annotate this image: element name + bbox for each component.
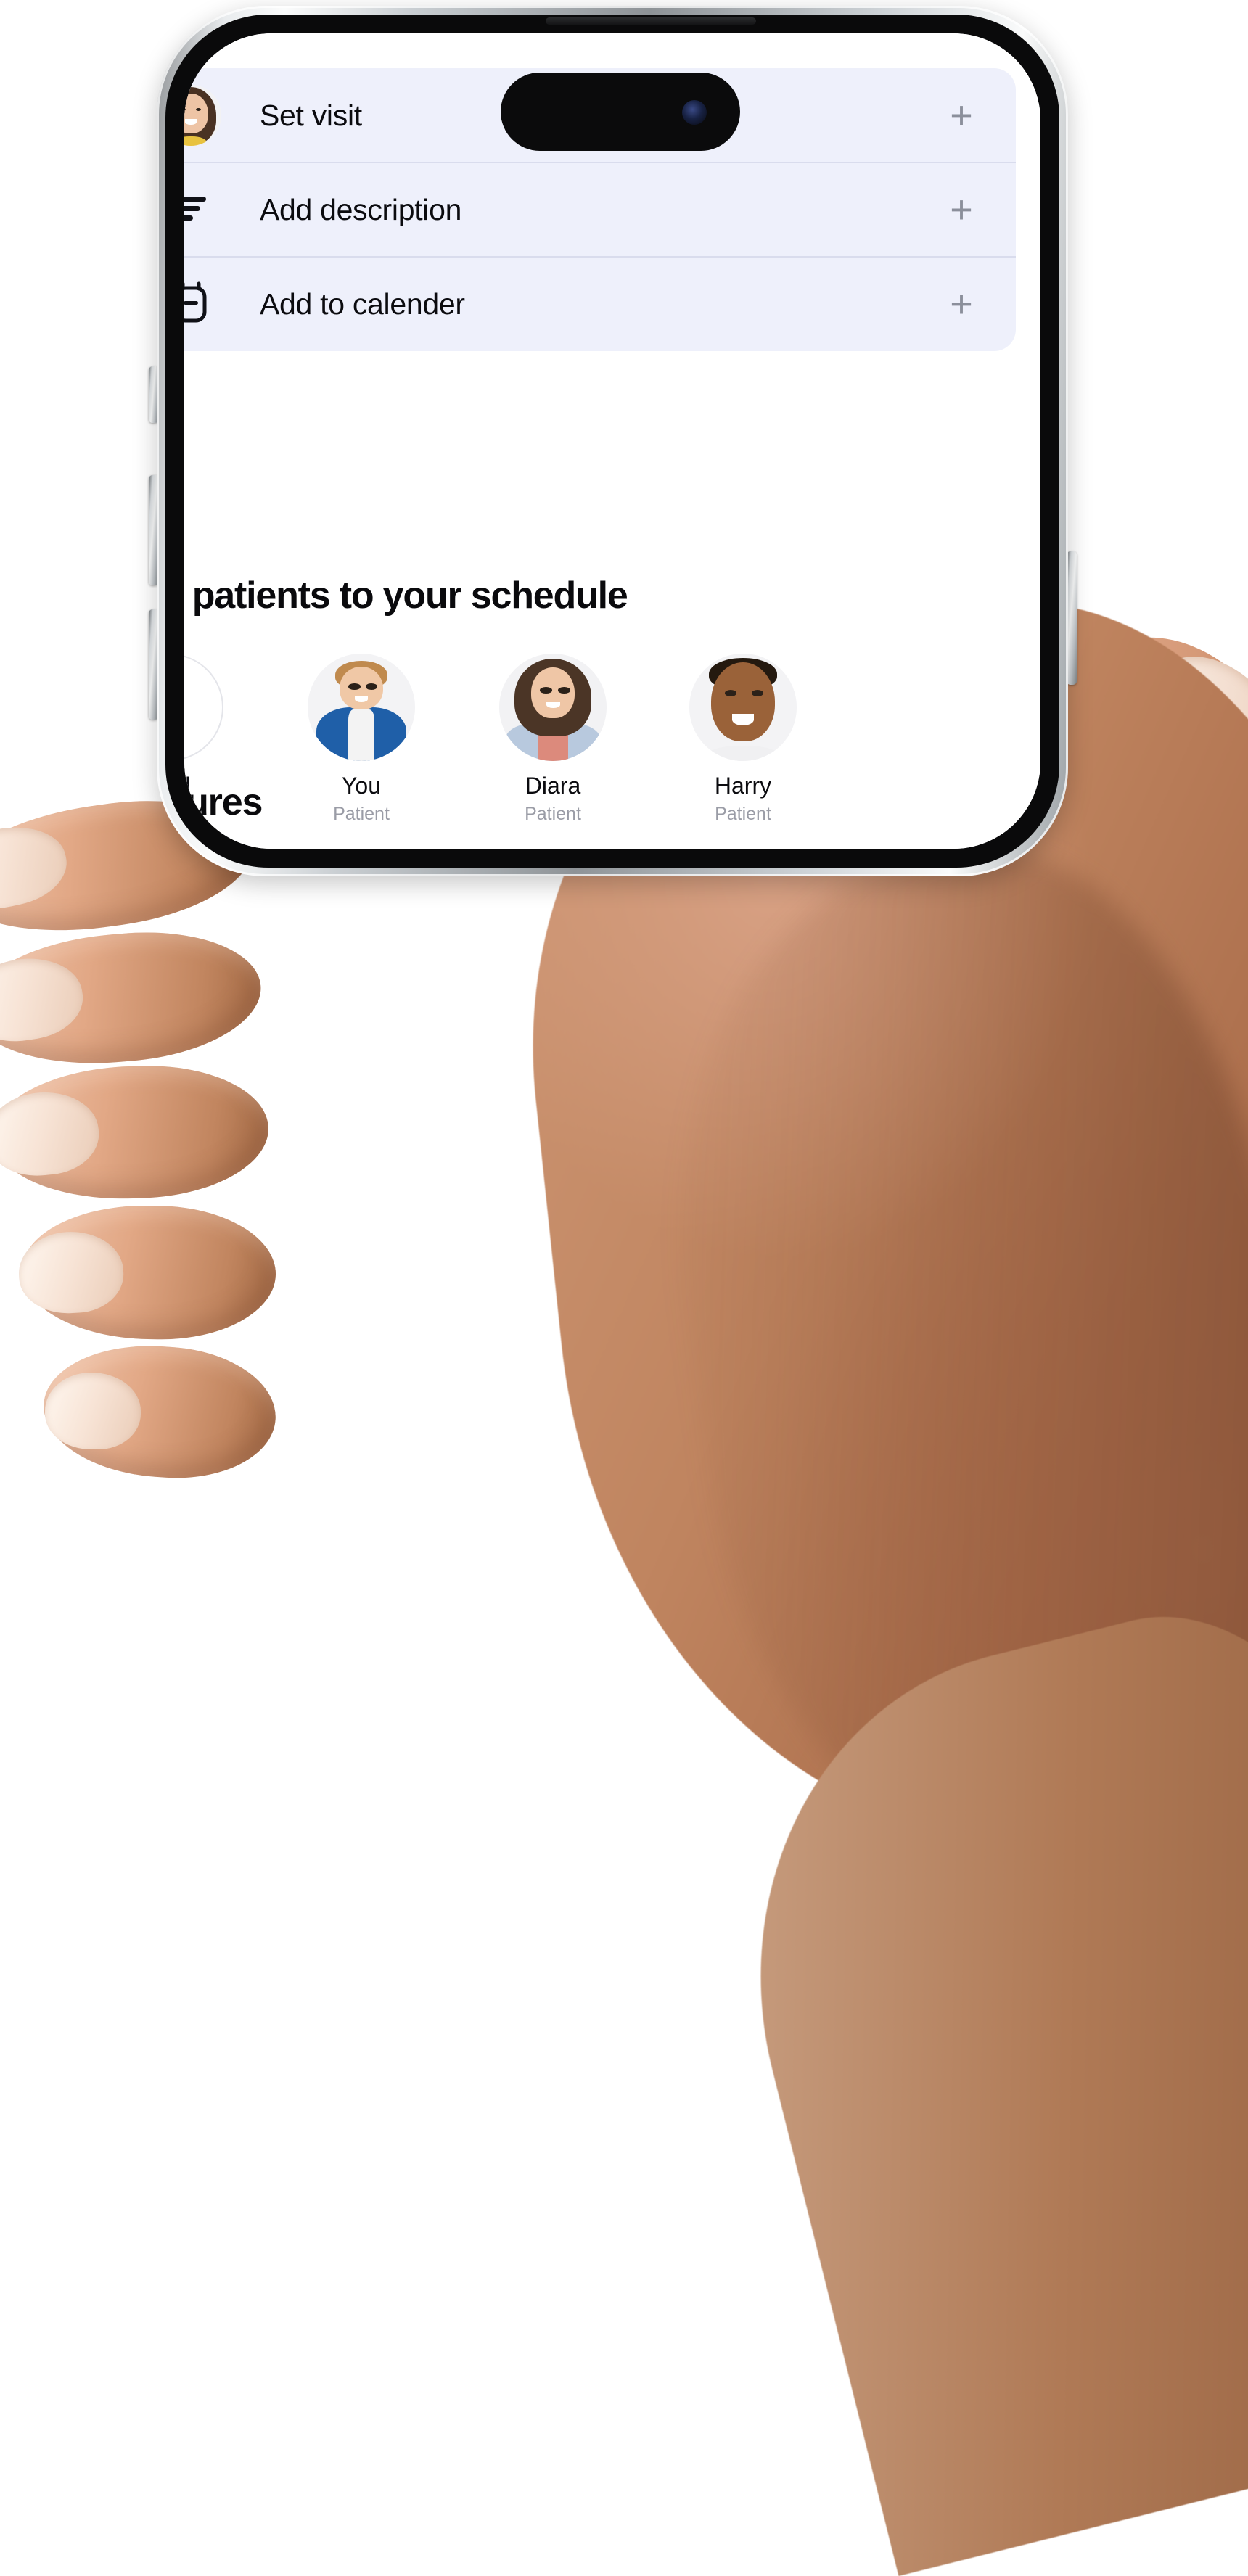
add-icon[interactable]: +: [907, 284, 1016, 324]
app-viewport: Set visit + Add description + Add to cal…: [184, 33, 1040, 849]
finger-3: [0, 1061, 271, 1203]
power-button[interactable]: [1067, 551, 1077, 685]
patient-name: Diara: [525, 773, 581, 799]
fingernail-3: [0, 1087, 103, 1181]
fingernail-2: [0, 950, 89, 1049]
fingernail-5: [45, 1373, 141, 1449]
patient-role: Patient: [333, 804, 390, 824]
add-icon[interactable]: +: [907, 190, 1016, 229]
list-item-label: Add to calender: [260, 287, 465, 321]
row-leading: [184, 194, 260, 226]
patient-harry[interactable]: Harry Patient: [685, 654, 801, 825]
list-item-add-description[interactable]: Add description +: [184, 162, 1016, 257]
patients-list: + Add Patient You Patient: [184, 654, 1040, 828]
text-lines-icon: [184, 194, 209, 226]
finger-4: [20, 1203, 277, 1342]
avatar[interactable]: [689, 654, 797, 761]
avatar[interactable]: [499, 654, 607, 761]
front-camera-icon: [682, 100, 707, 125]
add-icon[interactable]: +: [907, 96, 1016, 135]
row-leading: [184, 85, 260, 146]
row-leading: [184, 281, 260, 327]
patient-role: Patient: [525, 804, 581, 824]
plus-icon[interactable]: +: [184, 654, 223, 761]
patients-heading: Add patients to your schedule: [184, 575, 628, 617]
patient-role: Patient: [715, 804, 771, 824]
patient-you[interactable]: You Patient: [303, 654, 419, 825]
patient-diara[interactable]: Diara Patient: [495, 654, 611, 825]
finger-2: [0, 921, 266, 1075]
fingernail-1: [0, 816, 74, 919]
list-item-label: Add description: [260, 192, 462, 226]
calendar-icon: [184, 281, 209, 327]
avatar: [184, 85, 221, 146]
list-item-add-to-calender[interactable]: Add to calender +: [184, 257, 1016, 351]
phone-screen: Set visit + Add description + Add to cal…: [184, 33, 1040, 849]
fingernail-4: [17, 1229, 126, 1316]
earpiece-speaker: [546, 17, 756, 25]
patient-name: Harry: [714, 773, 772, 799]
avatar[interactable]: [308, 654, 415, 761]
wrist: [688, 1573, 1248, 2576]
patient-name: You: [342, 773, 381, 799]
finger-5: [39, 1338, 280, 1485]
features-heading: Features: [184, 781, 263, 823]
